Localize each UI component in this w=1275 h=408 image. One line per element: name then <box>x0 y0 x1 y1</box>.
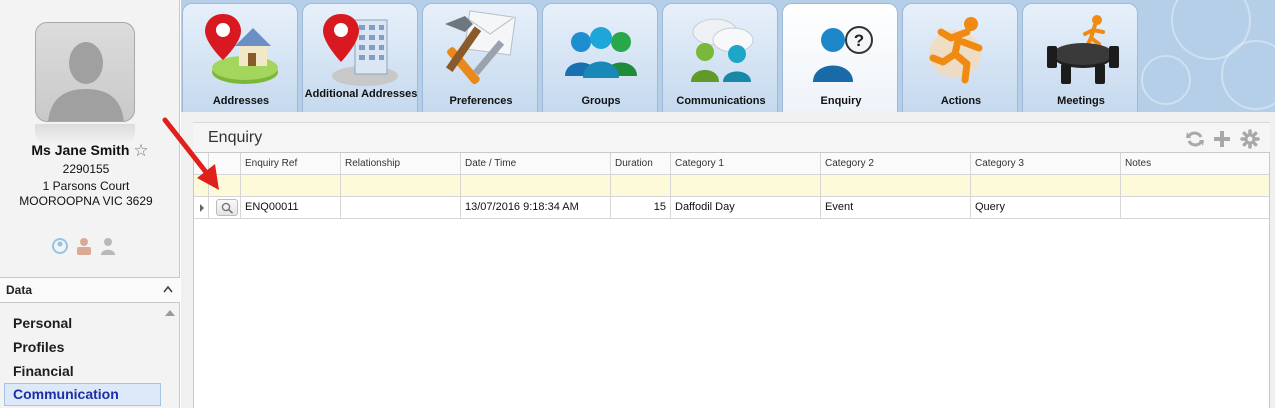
expand-arrow-icon[interactable] <box>200 204 204 212</box>
tab-groups[interactable]: Groups <box>542 3 658 112</box>
column-header-notes[interactable]: Notes <box>1121 153 1269 174</box>
person-circle-icon[interactable] <box>51 236 69 256</box>
view-record-button[interactable] <box>216 199 238 216</box>
column-header-relationship[interactable]: Relationship <box>341 153 461 174</box>
grid-filter-row <box>194 175 1269 197</box>
column-header-date-time[interactable]: Date / Time <box>461 153 611 174</box>
svg-text:?: ? <box>854 31 864 50</box>
data-section-header[interactable]: Data <box>0 277 180 303</box>
data-nav-list: Personal Profiles Financial Communicatio… <box>0 304 180 408</box>
grid-header-row: Enquiry Ref Relationship Date / Time Dur… <box>194 153 1269 175</box>
row-expander[interactable] <box>194 197 209 218</box>
group-icon <box>565 27 637 78</box>
scroll-up-icon[interactable] <box>165 310 175 316</box>
cell-category-2: Event <box>821 197 971 218</box>
filter-cell-category-2[interactable] <box>821 175 971 196</box>
house-pin-icon <box>205 14 278 84</box>
filter-cell-notes[interactable] <box>1121 175 1269 196</box>
tab-preferences[interactable]: Preferences <box>422 3 538 112</box>
column-header-category-2[interactable]: Category 2 <box>821 153 971 174</box>
tab-additional-addresses[interactable]: Additional Addresses <box>302 3 418 112</box>
annotation-arrow-icon <box>162 117 219 190</box>
contact-avatar[interactable] <box>35 22 135 122</box>
chevron-up-icon[interactable] <box>163 285 173 293</box>
sidebar-item-profiles[interactable]: Profiles <box>4 336 161 359</box>
sidebar-item-communication[interactable]: Communication <box>4 383 161 406</box>
chat-people-icon <box>691 18 754 82</box>
tab-actions[interactable]: Actions <box>902 3 1018 112</box>
add-icon[interactable] <box>1212 129 1232 149</box>
filter-cell-relationship[interactable] <box>341 175 461 196</box>
contact-name: Ms Jane Smith <box>31 142 130 158</box>
column-header-category-3[interactable]: Category 3 <box>971 153 1121 174</box>
column-header-enquiry-ref[interactable]: Enquiry Ref <box>241 153 341 174</box>
person-silhouette-icon <box>48 42 124 121</box>
column-header-duration[interactable]: Duration <box>611 153 671 174</box>
tab-label: Preferences <box>449 95 513 107</box>
cell-duration: 15 <box>611 197 671 218</box>
cell-category-3: Query <box>971 197 1121 218</box>
person-question-icon: ? <box>813 26 873 82</box>
puzzle-background-shape <box>1221 40 1275 110</box>
refresh-icon[interactable] <box>1185 129 1205 149</box>
cell-notes <box>1121 197 1269 218</box>
tab-label: Actions <box>940 95 982 107</box>
main-content: Enquiry Enquiry Ref Relationship Date / … <box>181 112 1275 408</box>
tab-communications[interactable]: Communications <box>662 3 778 112</box>
favourite-star-icon[interactable]: ☆ <box>133 141 148 160</box>
tools-icon <box>445 10 516 85</box>
contact-id: 2290155 <box>62 162 110 176</box>
data-section-title: Data <box>6 283 33 297</box>
runner-icon <box>929 17 983 84</box>
filter-cell-enquiry-ref[interactable] <box>241 175 341 196</box>
building-pin-icon <box>323 14 398 86</box>
sidebar-item-financial[interactable]: Financial <box>4 360 161 383</box>
tab-label: Communications <box>676 95 766 107</box>
filter-cell-duration[interactable] <box>611 175 671 196</box>
tab-label: Meetings <box>1057 95 1105 107</box>
person-icon[interactable] <box>99 236 117 256</box>
column-header-category-1[interactable]: Category 1 <box>671 153 821 174</box>
tab-addresses[interactable]: Addresses <box>182 3 298 112</box>
tab-label: Enquiry <box>820 95 862 107</box>
filter-cell-category-1[interactable] <box>671 175 821 196</box>
enquiry-grid: Enquiry Ref Relationship Date / Time Dur… <box>193 152 1270 408</box>
contact-street: 1 Parsons Court <box>42 179 130 193</box>
meeting-table-icon <box>1047 15 1119 84</box>
tab-label: Addresses <box>212 95 270 107</box>
magnifier-icon <box>221 202 234 214</box>
tab-meetings[interactable]: Meetings <box>1022 3 1138 112</box>
view-cell <box>209 197 241 218</box>
cell-relationship <box>341 197 461 218</box>
table-row[interactable]: ENQ00011 13/07/2016 9:18:34 AM 15 Daffod… <box>194 197 1269 219</box>
tab-label: Groups <box>581 95 621 107</box>
cell-date-time: 13/07/2016 9:18:34 AM <box>461 197 611 218</box>
person-card-icon[interactable] <box>75 236 93 256</box>
sidebar-item-personal[interactable]: Personal <box>4 312 161 335</box>
contact-quick-icons <box>51 236 121 256</box>
cell-enquiry-ref: ENQ00011 <box>241 197 341 218</box>
contact-sidebar: Ms Jane Smith ☆ 2290155 1 Parsons Court M… <box>0 0 180 408</box>
contact-suburb: MOOROOPNA VIC 3629 <box>19 194 153 208</box>
tab-label: Additional Addresses <box>304 88 418 100</box>
filter-cell-category-3[interactable] <box>971 175 1121 196</box>
puzzle-background-shape <box>1141 55 1191 105</box>
cell-category-1: Daffodil Day <box>671 197 821 218</box>
module-tab-bar: Addresses Additional Addresses Preferenc… <box>181 0 1275 112</box>
gear-icon[interactable] <box>1240 129 1260 149</box>
enquiry-panel: Enquiry Enquiry Ref Relationship Date / … <box>193 122 1270 408</box>
contact-name-row: Ms Jane Smith ☆ <box>0 141 180 161</box>
filter-cell-date-time[interactable] <box>461 175 611 196</box>
tab-enquiry[interactable]: ? Enquiry <box>782 3 898 112</box>
